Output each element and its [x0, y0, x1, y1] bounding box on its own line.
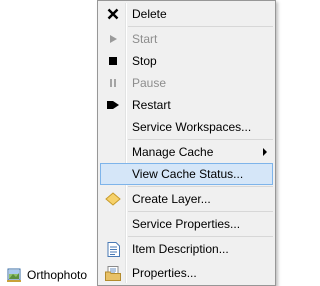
menu-item-label: View Cache Status...: [132, 167, 244, 181]
properties-folder-icon: [100, 262, 126, 284]
menu-item-item-description[interactable]: Item Description...: [100, 238, 273, 260]
document-icon: [100, 238, 126, 260]
tree-node-label: Orthophoto: [27, 268, 88, 282]
menu-item-restart[interactable]: Restart: [100, 94, 273, 116]
menu-item-start[interactable]: Start: [100, 28, 273, 50]
menu-item-view-cache-status[interactable]: View Cache Status...: [100, 163, 273, 185]
menu-item-service-workspaces[interactable]: Service Workspaces...: [100, 116, 273, 138]
menu-separator: [128, 211, 273, 212]
menu-item-pause[interactable]: Pause: [100, 72, 273, 94]
menu-item-label: Item Description...: [132, 242, 229, 256]
pause-icon: [100, 72, 126, 94]
menu-separator: [128, 186, 273, 187]
menu-item-label: Stop: [132, 54, 157, 68]
menu-item-delete[interactable]: Delete: [100, 3, 273, 25]
menu-item-label: Manage Cache: [132, 145, 214, 159]
menu-item-manage-cache[interactable]: Manage Cache: [100, 141, 273, 163]
menu-item-label: Delete: [132, 7, 167, 21]
menu-item-label: Service Properties...: [132, 217, 241, 231]
restart-icon: [100, 94, 126, 116]
menu-separator: [128, 26, 273, 27]
menu-item-service-properties[interactable]: Service Properties...: [100, 213, 273, 235]
menu-item-label: Properties...: [132, 266, 197, 280]
layer-diamond-icon: [100, 188, 126, 210]
submenu-arrow-icon: [263, 148, 267, 156]
menu-item-properties[interactable]: Properties...: [100, 262, 273, 284]
menu-item-stop[interactable]: Stop: [100, 50, 273, 72]
play-icon: [100, 28, 126, 50]
context-menu: Delete Start Stop Pause Restart Service …: [97, 0, 276, 286]
menu-item-label: Service Workspaces...: [132, 120, 252, 134]
menu-item-label: Start: [132, 32, 158, 46]
menu-item-label: Create Layer...: [132, 192, 211, 206]
menu-item-create-layer[interactable]: Create Layer...: [100, 188, 273, 210]
delete-x-icon: [100, 3, 126, 25]
stop-icon: [100, 50, 126, 72]
menu-item-label: Pause: [132, 76, 167, 90]
image-service-icon: [7, 268, 21, 282]
tree-node-orthophoto[interactable]: Orthophoto: [7, 266, 87, 284]
menu-separator: [128, 236, 273, 237]
menu-separator: [128, 139, 273, 140]
menu-item-label: Restart: [132, 98, 171, 112]
